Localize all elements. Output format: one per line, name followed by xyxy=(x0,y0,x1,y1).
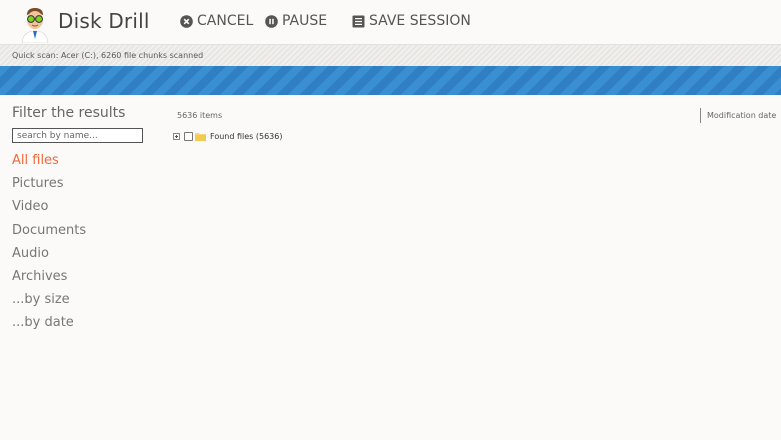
header: Disk Drill CANCEL PAUSE SAVE SESSION xyxy=(0,0,781,44)
filter-by-size[interactable]: ...by size xyxy=(12,291,86,314)
save-session-label: SAVE SESSION xyxy=(369,13,471,29)
pause-label: PAUSE xyxy=(282,13,328,29)
filter-pictures[interactable]: Pictures xyxy=(12,175,86,198)
filter-documents[interactable]: Documents xyxy=(12,222,86,245)
app-title: Disk Drill xyxy=(58,9,150,33)
save-session-icon xyxy=(352,15,365,27)
found-files-label: Found files (5636) xyxy=(210,131,283,141)
cancel-button[interactable]: CANCEL xyxy=(180,13,253,29)
cancel-label: CANCEL xyxy=(197,13,254,29)
filter-audio[interactable]: Audio xyxy=(12,245,86,268)
cancel-icon xyxy=(180,14,193,28)
items-count: 5636 items xyxy=(177,111,223,120)
pause-icon xyxy=(265,14,278,28)
folder-icon xyxy=(195,132,206,141)
filter-list: All files Pictures Video Documents Audio… xyxy=(12,152,86,338)
sidebar-title: Filter the results xyxy=(12,105,126,121)
filter-by-date[interactable]: ...by date xyxy=(12,314,86,337)
filter-archives[interactable]: Archives xyxy=(12,268,86,291)
found-files-checkbox[interactable] xyxy=(184,131,193,141)
search-input[interactable] xyxy=(12,128,143,143)
filter-all-files[interactable]: All files xyxy=(12,152,86,175)
expand-icon[interactable] xyxy=(173,132,180,140)
scan-progress-bar xyxy=(0,66,781,95)
status-bar: Quick scan: Acer (C:), 6260 file chunks … xyxy=(0,44,781,67)
save-session-button[interactable]: SAVE SESSION xyxy=(352,13,471,29)
tree-row-found-files[interactable]: Found files (5636) xyxy=(173,130,282,142)
column-modification-date[interactable]: Modification date xyxy=(700,108,776,123)
avatar xyxy=(21,8,49,43)
scan-status: Quick scan: Acer (C:), 6260 file chunks … xyxy=(12,51,204,60)
filter-video[interactable]: Video xyxy=(12,198,86,221)
pause-button[interactable]: PAUSE xyxy=(265,13,327,29)
